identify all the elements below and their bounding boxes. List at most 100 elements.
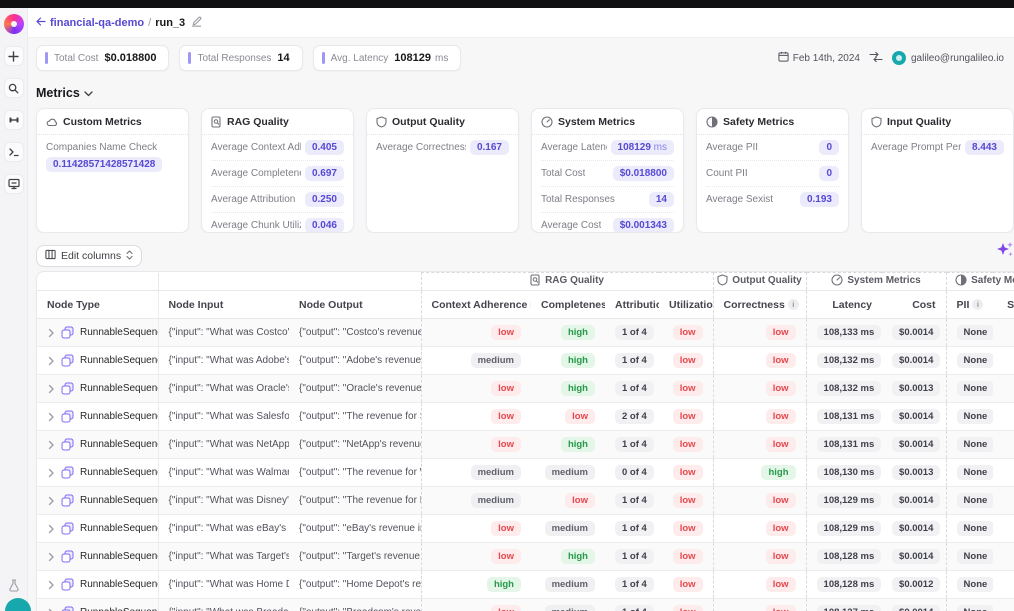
value-badge: 1 of 4 (615, 437, 654, 452)
value-badge: high (487, 577, 521, 592)
metric-row: Average Context Adherence0.405 (211, 135, 344, 161)
value-badge: low (766, 325, 796, 340)
column-header-node-input[interactable]: Node Input (158, 291, 289, 319)
edit-run-name-icon[interactable] (191, 16, 202, 30)
search-button[interactable] (4, 78, 24, 98)
expand-row-icon[interactable] (47, 440, 55, 450)
cell-context-adherence: low (421, 599, 531, 611)
metric-label: Average Context Adherence (211, 142, 301, 153)
value-badge: 1 of 4 (615, 325, 654, 340)
table-row[interactable]: RunnableSequence{"input": "What was Home… (37, 571, 1014, 599)
cell-node-input: {"input": "What was Salesforce'... (158, 403, 289, 431)
expand-row-icon[interactable] (47, 580, 55, 590)
table-row[interactable]: RunnableSequence{"input": "What was Broa… (37, 599, 1014, 611)
plus-icon (8, 51, 19, 62)
run-date[interactable]: Feb 14th, 2024 (778, 51, 860, 65)
cell-context-adherence: medium (421, 347, 531, 375)
metric-value-badge: 8.443 (965, 140, 1004, 155)
expand-row-icon[interactable] (47, 328, 55, 338)
metric-card-title: Safety Metrics (723, 116, 794, 128)
cell-completeness: high (531, 543, 605, 571)
train-button[interactable] (4, 110, 24, 130)
cell-node-input: {"input": "What was Walmart's r... (158, 459, 289, 487)
table-row[interactable]: RunnableSequence{"input": "What was Cost… (37, 319, 1014, 347)
expand-row-icon[interactable] (47, 496, 55, 506)
column-header-completeness[interactable]: Completenessi (531, 291, 605, 319)
dumbbell-icon (8, 114, 20, 126)
ai-sparkle-button[interactable] (994, 241, 1014, 266)
value-badge: None (957, 493, 994, 508)
info-icon[interactable]: i (788, 299, 799, 310)
table-row[interactable]: RunnableSequence{"input": "What was Sale… (37, 403, 1014, 431)
metric-row: Companies Name Check0.11428571428571428 (46, 135, 179, 177)
column-header-pii[interactable]: PIIi (946, 291, 993, 319)
metric-row: Average Latency108129 ms (541, 135, 674, 161)
metrics-section-toggle[interactable]: Metrics (28, 78, 118, 100)
expand-row-icon[interactable] (47, 412, 55, 422)
expand-row-icon[interactable] (47, 356, 55, 366)
edit-columns-button[interactable]: Edit columns (36, 245, 142, 267)
info-icon[interactable]: i (530, 299, 531, 310)
columns-icon (45, 249, 56, 263)
main-area: financial-qa-demo / run_3 Total Cost $0.… (28, 0, 1014, 611)
value-badge: medium (471, 465, 521, 480)
column-header-correctness[interactable]: Correctnessi (713, 291, 806, 319)
column-header-context-adherence[interactable]: Context Adherencei (421, 291, 531, 319)
column-header-node-type[interactable]: Node Type (37, 291, 158, 319)
column-header-sexist[interactable]: Sexist (993, 291, 1014, 319)
back-arrow-icon[interactable] (36, 17, 46, 29)
prompt-button[interactable] (4, 142, 24, 162)
cell-cost: $0.0014 (882, 515, 946, 543)
expand-row-icon[interactable] (47, 384, 55, 394)
column-header-node-output[interactable]: Node Output (289, 291, 421, 319)
breadcrumb-separator: / (148, 17, 151, 29)
value-badge: high (561, 353, 595, 368)
cell-attribution: 1 of 4 (605, 599, 659, 611)
breadcrumb-project-link[interactable]: financial-qa-demo (50, 17, 144, 29)
plus-button[interactable] (4, 46, 24, 66)
column-header-utilization[interactable]: Utilization (659, 291, 713, 319)
column-header-attribution[interactable]: Attribution (605, 291, 659, 319)
page-header: financial-qa-demo / run_3 (28, 8, 1014, 38)
table-row[interactable]: RunnableSequence{"input": "What was eBay… (37, 515, 1014, 543)
terminal-icon (8, 146, 20, 158)
breadcrumb-run-name: run_3 (155, 17, 185, 29)
expand-row-icon[interactable] (47, 468, 55, 478)
value-badge: low (491, 549, 521, 564)
table-row[interactable]: RunnableSequence{"input": "What was Targ… (37, 543, 1014, 571)
monitor-button[interactable] (4, 174, 24, 194)
table-row[interactable]: RunnableSequence{"input": "What was Walm… (37, 459, 1014, 487)
search-icon (8, 83, 19, 94)
lab-flask-icon[interactable] (8, 579, 20, 597)
expand-row-icon[interactable] (47, 608, 55, 611)
cell-completeness: medium (531, 571, 605, 599)
info-icon[interactable]: i (972, 299, 983, 310)
cell-pii: None (946, 319, 993, 347)
galileo-logo-icon[interactable] (4, 14, 24, 34)
expand-row-icon[interactable] (47, 524, 55, 534)
cell-cost: $0.0014 (882, 347, 946, 375)
value-badge: 1 of 4 (615, 521, 654, 536)
metric-value-badge: 0.193 (800, 192, 839, 207)
metric-row: Average Chunk Utilization0.046 (211, 213, 344, 233)
cell-node-output: {"output": "Oracle's revenue in ... (289, 375, 421, 403)
cell-node-type: RunnableSequence (37, 515, 158, 543)
value-badge: $0.0014 (892, 493, 940, 508)
compare-runs-icon[interactable] (869, 51, 883, 66)
table-row[interactable]: RunnableSequence{"input": "What was NetA… (37, 431, 1014, 459)
value-badge: 108,130 ms (817, 465, 882, 480)
cell-sexist (993, 403, 1014, 431)
table-row[interactable]: RunnableSequence{"input": "What was Disn… (37, 487, 1014, 515)
value-badge: medium (545, 605, 595, 611)
value-badge: $0.0013 (892, 381, 940, 396)
user-menu[interactable]: galileo@rungalileo.io (892, 51, 1004, 65)
value-badge: low (673, 465, 703, 480)
chevron-down-icon (84, 86, 93, 100)
table-row[interactable]: RunnableSequence{"input": "What was Adob… (37, 347, 1014, 375)
cell-utilization: low (659, 571, 713, 599)
column-header-cost[interactable]: Cost (882, 291, 946, 319)
expand-row-icon[interactable] (47, 552, 55, 562)
cell-latency: 108,130 ms (806, 459, 882, 487)
table-row[interactable]: RunnableSequence{"input": "What was Orac… (37, 375, 1014, 403)
column-header-latency[interactable]: Latency (806, 291, 882, 319)
